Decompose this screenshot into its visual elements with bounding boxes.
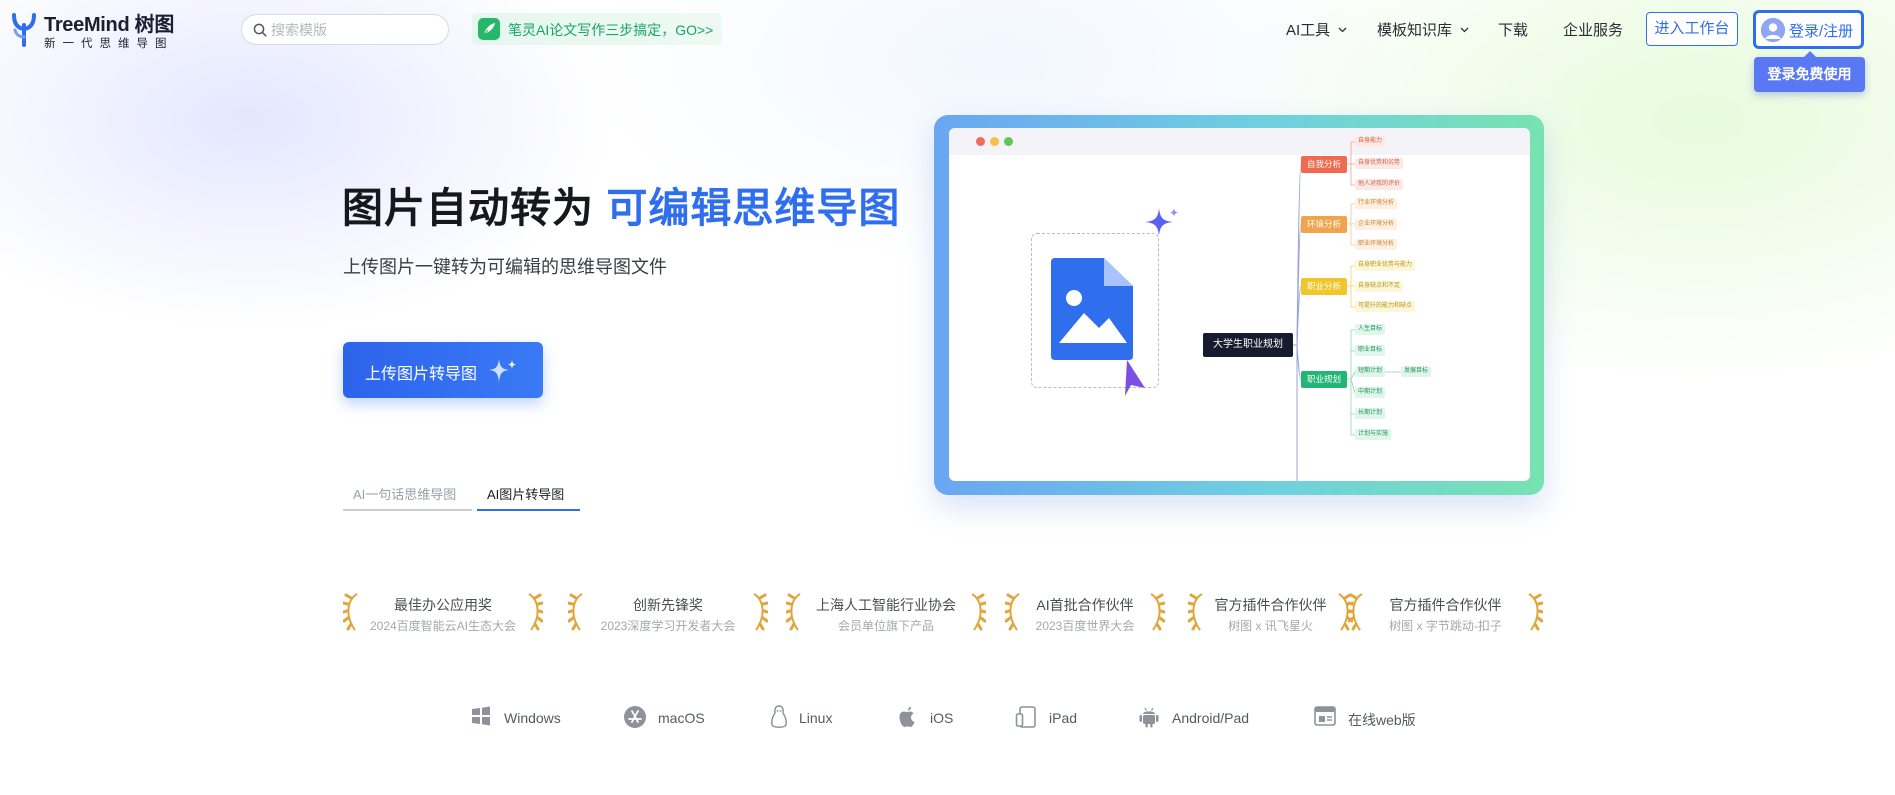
hero-title-plain: 图片自动转为 bbox=[342, 185, 594, 231]
mindmap-leaf-node: 职业目标 bbox=[1355, 345, 1386, 356]
platform-macos[interactable]: macOS bbox=[623, 705, 723, 729]
platform-label: iOS bbox=[930, 710, 954, 726]
award-subtitle: 2023深度学习开发者大会 bbox=[600, 619, 736, 633]
platform-label: iPad bbox=[1049, 710, 1078, 726]
award-title: 上海人工智能行业协会 bbox=[816, 597, 956, 613]
tab-ai-one-sentence[interactable]: AI一句话思维导图 bbox=[343, 484, 472, 511]
platform-label: 在线web版 bbox=[1348, 712, 1416, 728]
platform-android[interactable]: Android/Pad bbox=[1137, 705, 1267, 729]
award-subtitle: 树图 x 字节跳动-扣子 bbox=[1389, 619, 1502, 633]
mindmap-leaf-node: 职业环境分析 bbox=[1355, 239, 1398, 250]
mindmap-branch-node: 自我分析 bbox=[1301, 156, 1347, 173]
linux-icon bbox=[771, 705, 787, 728]
award-subtitle: 会员单位旗下产品 bbox=[837, 619, 934, 633]
award-title: 最佳办公应用奖 bbox=[394, 597, 492, 613]
hero-title-highlight: 可编辑思维导图 bbox=[606, 185, 901, 231]
platform-windows[interactable]: Windows bbox=[470, 705, 570, 729]
mindmap-leaf-node: 可提升的能力和缺点 bbox=[1355, 301, 1416, 312]
award-item: 最佳办公应用奖 2024百度智能云AI生态大会 bbox=[343, 590, 543, 638]
platform-label: Android/Pad bbox=[1172, 710, 1250, 726]
mindmap-leaf-node: 发展目标 bbox=[1401, 366, 1432, 377]
brand-name: TreeMind 树图 bbox=[44, 14, 175, 36]
logo[interactable]: TreeMind 树图 新一代思维导图 bbox=[10, 7, 185, 51]
mindmap-branch-node: 职业分析 bbox=[1301, 278, 1347, 295]
upload-image-button[interactable]: 上传图片转导图 bbox=[343, 342, 543, 398]
top-navbar: TreeMind 树图 新一代思维导图 笔灵AI论文写作三步搞定，GO>> AI… bbox=[0, 0, 1895, 92]
app-store-icon bbox=[624, 706, 646, 728]
chevron-down-icon bbox=[1460, 27, 1469, 33]
mindmap-root-node: 大学生职业规划 bbox=[1203, 333, 1293, 357]
mindmap-leaf-node: 人生目标 bbox=[1355, 324, 1386, 335]
app-window-mockup: 大学生职业规划 自我分析 环境分析 职业分析 职业规划 自身能力 自身优势和劣势… bbox=[949, 128, 1530, 481]
mindmap-leaf-node: 企业环境分析 bbox=[1355, 219, 1398, 230]
search-box[interactable] bbox=[241, 14, 449, 45]
brand-tagline: 新一代思维导图 bbox=[44, 38, 174, 50]
tab-ai-image-to-mindmap[interactable]: AI图片转导图 bbox=[477, 484, 580, 511]
promo-text: 笔灵AI论文写作三步搞定，GO>> bbox=[508, 22, 714, 38]
login-register-label: 登录/注册 bbox=[1789, 23, 1854, 40]
browser-icon bbox=[1314, 706, 1336, 726]
platform-label: macOS bbox=[658, 710, 705, 726]
mindmap-leaf-node: 长期计划 bbox=[1355, 408, 1386, 419]
search-icon bbox=[253, 23, 267, 37]
apple-icon bbox=[899, 706, 915, 727]
promo-banner[interactable]: 笔灵AI论文写作三步搞定，GO>> bbox=[472, 13, 722, 45]
award-item: 官方插件合作伙伴 树图 x 讯飞星火 bbox=[1188, 590, 1353, 638]
nav-ai-tools[interactable]: AI工具 bbox=[1286, 19, 1347, 40]
award-item: 创新先锋奖 2023深度学习开发者大会 bbox=[568, 590, 768, 638]
mindmap-leaf-node: 自身能力 bbox=[1355, 136, 1386, 147]
upload-image-button-label: 上传图片转导图 bbox=[365, 366, 478, 383]
mindmap-leaf-node: 自身缺点和不足 bbox=[1355, 281, 1404, 292]
nav-templates[interactable]: 模板知识库 bbox=[1377, 19, 1469, 40]
mindmap-branch-node: 环境分析 bbox=[1301, 216, 1347, 233]
windows-icon bbox=[472, 706, 490, 726]
platform-label: Windows bbox=[504, 710, 561, 726]
platform-ios[interactable]: iOS bbox=[896, 705, 976, 729]
nav-templates-label: 模板知识库 bbox=[1377, 22, 1453, 39]
login-free-tooltip[interactable]: 登录免费使用 bbox=[1754, 51, 1865, 92]
tablet-icon bbox=[1015, 706, 1036, 728]
feather-pen-icon bbox=[478, 18, 500, 40]
award-item: 官方插件合作伙伴 树图 x 字节跳动-扣子 bbox=[1348, 590, 1543, 638]
mindmap-leaf-node: 自身职业优势与能力 bbox=[1355, 260, 1416, 271]
mindmap-branch-node: 职业规划 bbox=[1301, 371, 1347, 388]
mindmap-connectors bbox=[1293, 141, 1401, 481]
platform-web[interactable]: 在线web版 bbox=[1314, 705, 1429, 729]
enter-workbench-button[interactable]: 进入工作台 bbox=[1646, 12, 1738, 46]
platform-label: Linux bbox=[799, 710, 833, 726]
nav-enterprise[interactable]: 企业服务 bbox=[1563, 19, 1623, 40]
award-title: 官方插件合作伙伴 bbox=[1214, 597, 1327, 613]
award-subtitle: 2023百度世界大会 bbox=[1035, 619, 1135, 633]
sparkle-icon bbox=[489, 359, 516, 382]
hero-subtitle: 上传图片一键转为可编辑的思维导图文件 bbox=[343, 257, 667, 277]
mindmap-leaf-node: 中期计划 bbox=[1355, 387, 1386, 398]
award-item: 上海人工智能行业协会 会员单位旗下产品 bbox=[786, 590, 986, 638]
platform-linux[interactable]: Linux bbox=[768, 705, 858, 729]
search-input[interactable] bbox=[271, 20, 441, 40]
mindmap-leaf-node: 短期计划 bbox=[1355, 366, 1386, 377]
nav-ai-tools-label: AI工具 bbox=[1286, 22, 1331, 39]
award-subtitle: 树图 x 讯飞星火 bbox=[1228, 619, 1313, 633]
treemind-logo-icon bbox=[12, 13, 36, 47]
award-title: 创新先锋奖 bbox=[633, 597, 703, 613]
nav-download[interactable]: 下载 bbox=[1498, 19, 1528, 40]
chevron-down-icon bbox=[1338, 27, 1347, 33]
award-title: AI首批合作伙伴 bbox=[1036, 597, 1134, 613]
platform-ipad[interactable]: iPad bbox=[1015, 705, 1095, 729]
mindmap-leaf-node: 他人对我的评价 bbox=[1355, 179, 1404, 190]
android-icon bbox=[1139, 707, 1159, 728]
hero-title: 图片自动转为 可编辑思维导图 bbox=[342, 174, 900, 234]
user-avatar-icon bbox=[1761, 18, 1785, 42]
award-subtitle: 2024百度智能云AI生态大会 bbox=[369, 619, 517, 633]
award-item: AI首批合作伙伴 2023百度世界大会 bbox=[1005, 590, 1165, 638]
mindmap-leaf-node: 自身优势和劣势 bbox=[1355, 158, 1404, 169]
login-register-button[interactable]: 登录/注册 bbox=[1753, 10, 1864, 49]
mindmap-leaf-node: 计划与实施 bbox=[1355, 429, 1392, 440]
award-title: 官方插件合作伙伴 bbox=[1389, 597, 1502, 613]
mindmap-leaf-node: 行业环境分析 bbox=[1355, 198, 1398, 209]
product-illustration: 大学生职业规划 自我分析 环境分析 职业分析 职业规划 自身能力 自身优势和劣势… bbox=[934, 115, 1544, 495]
